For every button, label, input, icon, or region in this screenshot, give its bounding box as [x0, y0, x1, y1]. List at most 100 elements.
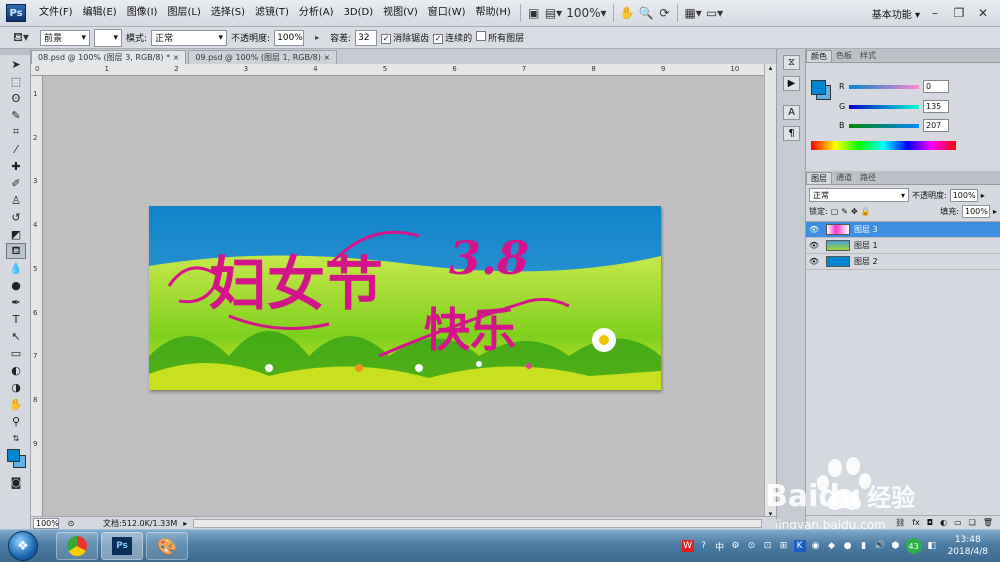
arrange-documents-icon[interactable]: ▦▾	[682, 4, 703, 22]
taskbar-photoshop[interactable]: Ps	[101, 532, 143, 560]
history-brush-tool-icon[interactable]: ↺	[6, 209, 26, 225]
layer-row-layer2[interactable]: 👁 图层 2	[806, 254, 1000, 270]
tab-09psd[interactable]: 09.psd @ 100% (图层 1, RGB/8) ×	[188, 50, 338, 64]
menu-window[interactable]: 窗口(W)	[423, 4, 471, 22]
close-icon[interactable]: ✕	[974, 4, 992, 22]
lasso-tool-icon[interactable]: ʘ	[6, 90, 26, 106]
dodge-tool-icon[interactable]: ●	[6, 277, 26, 293]
taskbar-paint[interactable]: 🎨	[146, 532, 188, 560]
path-select-tool-icon[interactable]: ↖	[6, 328, 26, 344]
actions-panel-icon[interactable]: ▶	[783, 76, 800, 91]
quick-mask-icon[interactable]: ◙	[6, 474, 26, 490]
pattern-picker[interactable]: ▾	[94, 28, 122, 47]
layer-row-layer3[interactable]: 👁 图层 3	[806, 222, 1000, 238]
brush-tool-icon[interactable]: ✐	[6, 175, 26, 191]
blend-mode-dropdown[interactable]: 正常 ▾	[809, 188, 909, 202]
menu-file[interactable]: 文件(F)	[34, 4, 78, 22]
type-tool-icon[interactable]: T	[6, 311, 26, 327]
r-input[interactable]: 0	[923, 80, 949, 93]
color-panel-fg-swatch[interactable]	[811, 80, 826, 95]
3d-orbit-tool-icon[interactable]: ◑	[6, 379, 26, 395]
3d-rotate-tool-icon[interactable]: ◐	[6, 362, 26, 378]
tab-swatches[interactable]: 色板	[832, 50, 856, 62]
tolerance-input[interactable]: 32	[355, 29, 378, 46]
marquee-tool-icon[interactable]: ⬚	[6, 73, 26, 89]
hand-tool-icon[interactable]: ✋	[6, 396, 26, 412]
scroll-up-icon[interactable]: ▴	[765, 64, 776, 72]
paragraph-panel-icon[interactable]: ¶	[783, 126, 800, 141]
anti-alias-checkbox[interactable]: ✓ 消除锯齿	[381, 31, 429, 44]
zoom-level-dropdown[interactable]: 100% ▾	[564, 4, 608, 22]
contiguous-checkbox[interactable]: ✓ 连续的	[433, 31, 472, 44]
all-layers-checkbox[interactable]: 所有图层	[476, 31, 524, 44]
link-layers-icon[interactable]: ⛓	[895, 518, 905, 527]
r-slider[interactable]	[849, 85, 919, 89]
clock[interactable]: 13:48 2018/4/8	[948, 534, 988, 558]
menu-select[interactable]: 选择(S)	[206, 4, 250, 22]
volume-icon[interactable]: 🔊	[874, 540, 886, 552]
eraser-tool-icon[interactable]: ◩	[6, 226, 26, 242]
eyedropper-tool-icon[interactable]: ⁄	[6, 141, 26, 157]
menu-3d[interactable]: 3D(D)	[339, 4, 379, 22]
clone-stamp-tool-icon[interactable]: ♙	[6, 192, 26, 208]
character-panel-icon[interactable]: A	[783, 105, 800, 120]
rotate-view-icon[interactable]: ⟳	[655, 4, 673, 22]
tab-channels[interactable]: 通道	[832, 172, 856, 184]
layer-opacity-input[interactable]: 100%	[949, 188, 978, 202]
shape-tool-icon[interactable]: ▭	[6, 345, 26, 361]
pen-tool-icon[interactable]: ✒	[6, 294, 26, 310]
status-zoom-input[interactable]: 100%	[33, 517, 59, 529]
paint-bucket-tool-icon[interactable]: ⛾	[6, 243, 26, 259]
ime-indicator[interactable]: 中	[714, 540, 726, 553]
zoom-tool-icon[interactable]: ⚲	[6, 413, 26, 429]
tray-icon-e[interactable]: ◆	[826, 540, 838, 552]
tray-icon-f[interactable]: ●	[842, 540, 854, 552]
taskbar-chrome[interactable]	[56, 532, 98, 560]
b-input[interactable]: 207	[923, 119, 949, 132]
tab-styles[interactable]: 样式	[856, 50, 880, 62]
g-input[interactable]: 135	[923, 100, 949, 113]
menu-help[interactable]: 帮助(H)	[471, 4, 516, 22]
blur-tool-icon[interactable]: 💧	[6, 260, 26, 276]
tab-paths[interactable]: 路径	[856, 172, 880, 184]
workspace-switcher[interactable]: 基本功能 ▾	[872, 6, 920, 21]
tab-color[interactable]: 颜色	[806, 50, 832, 62]
settings-icon[interactable]: ⚙	[730, 540, 742, 552]
network-icon[interactable]: ▮	[858, 540, 870, 552]
menu-image[interactable]: 图像(I)	[122, 4, 163, 22]
minimize-icon[interactable]: –	[926, 4, 944, 22]
status-menu-icon[interactable]: ▸	[183, 519, 187, 528]
tray-app-k-icon[interactable]: K	[793, 540, 806, 552]
vertical-scrollbar[interactable]: ▴ ▾	[764, 64, 776, 518]
visibility-eye-icon[interactable]: 👁	[806, 225, 822, 234]
fill-arrow-icon[interactable]: ▸	[993, 207, 997, 216]
healing-brush-tool-icon[interactable]: ✚	[6, 158, 26, 174]
quick-select-tool-icon[interactable]: ✎	[6, 107, 26, 123]
menu-edit[interactable]: 编辑(E)	[78, 4, 122, 22]
tray-app-icon[interactable]: W	[681, 540, 694, 552]
menu-view[interactable]: 视图(V)	[378, 4, 423, 22]
lock-all-icon[interactable]: 🔒	[861, 207, 871, 216]
start-button[interactable]: ❖	[8, 531, 38, 561]
tray-icon-b[interactable]: ⊡	[762, 540, 774, 552]
lock-position-icon[interactable]: ✥	[851, 207, 858, 216]
fill-input[interactable]: 100%	[961, 205, 990, 218]
tray-icon-c[interactable]: ⊞	[778, 540, 790, 552]
new-layer-icon[interactable]: ❏	[969, 518, 976, 527]
status-info-icon[interactable]: ⊙	[65, 519, 77, 528]
move-tool-icon[interactable]: ➤	[6, 56, 26, 72]
add-mask-icon[interactable]: ◘	[927, 518, 933, 527]
zoom-tool-icon[interactable]: 🔍	[637, 4, 656, 22]
color-spectrum-bar[interactable]	[811, 141, 956, 150]
b-slider[interactable]	[849, 124, 919, 128]
bridge-icon[interactable]: ▣	[525, 4, 543, 22]
opacity-input[interactable]: 100%	[274, 29, 305, 46]
help-icon[interactable]: ?	[698, 540, 710, 552]
menu-layer[interactable]: 图层(L)	[162, 4, 205, 22]
layer-style-icon[interactable]: fx	[912, 518, 920, 527]
close-tab-icon[interactable]: ×	[323, 53, 330, 62]
screen-mode-icon[interactable]: ▤▾	[543, 4, 564, 22]
visibility-eye-icon[interactable]: 👁	[806, 241, 822, 250]
delete-layer-icon[interactable]: 🗑	[983, 518, 993, 527]
security-badge[interactable]: 43	[905, 538, 922, 554]
